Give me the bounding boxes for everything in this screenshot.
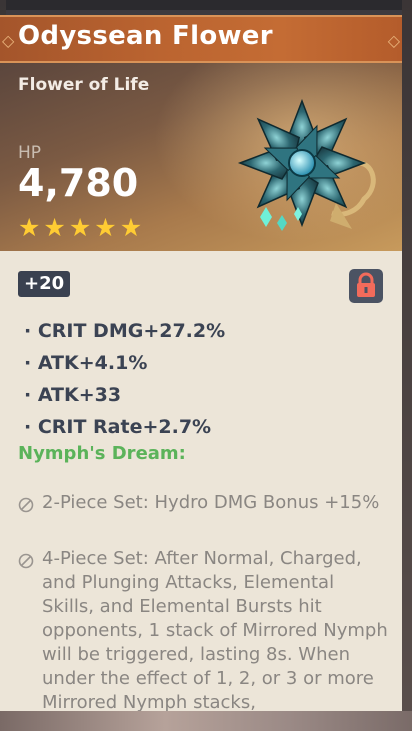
substat-item: · ATK+33 [24, 384, 122, 406]
artifact-type: Flower of Life [18, 75, 150, 95]
main-stat-name: HP [18, 143, 42, 163]
inactive-set-icon [18, 497, 34, 513]
star-icon: ★ [68, 213, 92, 242]
substat-list: · CRIT DMG+27.2% · ATK+4.1% · ATK+33 · C… [24, 315, 225, 443]
window-frame-bottom [0, 711, 412, 731]
set-bonus-text: 4-Piece Set: After Normal, Charged, and … [42, 548, 388, 711]
set-bonus-text: 2-Piece Set: Hydro DMG Bonus +15% [42, 492, 380, 513]
level-badge: +20 [18, 271, 71, 297]
substat-item: · CRIT Rate+2.7% [24, 416, 212, 438]
artifact-header: Flower of Life HP 4,780 ★ ★ ★ ★ ★ [0, 63, 402, 251]
star-icon: ★ [94, 213, 117, 242]
star-icon: ★ [43, 213, 66, 242]
substat-item: · CRIT DMG+27.2% [24, 320, 226, 342]
star-icon: ★ [119, 213, 143, 242]
set-name: Nymph's Dream: [18, 443, 186, 464]
substat-item: · ATK+4.1% [24, 352, 148, 374]
artifact-details-panel: +20 · CRIT DMG+27.2% · ATK+4.1% · ATK+33… [0, 251, 402, 711]
artifact-flower-icon [237, 98, 376, 231]
ornament-left-icon: ◇ [2, 31, 15, 50]
title-bar: ◇ Odyssean Flower ◇ [0, 15, 402, 63]
lock-button[interactable] [349, 269, 383, 303]
rarity-stars: ★ ★ ★ ★ ★ [18, 215, 142, 240]
main-stat-value: 4,780 [18, 161, 139, 205]
lock-icon [357, 272, 375, 297]
artifact-name: Odyssean Flower [18, 21, 273, 51]
star-icon: ★ [18, 213, 41, 242]
ornament-right-icon: ◇ [387, 31, 400, 50]
window-frame-top [0, 0, 412, 10]
window-frame-right [402, 0, 412, 731]
artifact-detail-card: ◇ Odyssean Flower ◇ Flower of Life HP 4,… [0, 15, 402, 711]
inactive-set-icon [18, 553, 34, 569]
